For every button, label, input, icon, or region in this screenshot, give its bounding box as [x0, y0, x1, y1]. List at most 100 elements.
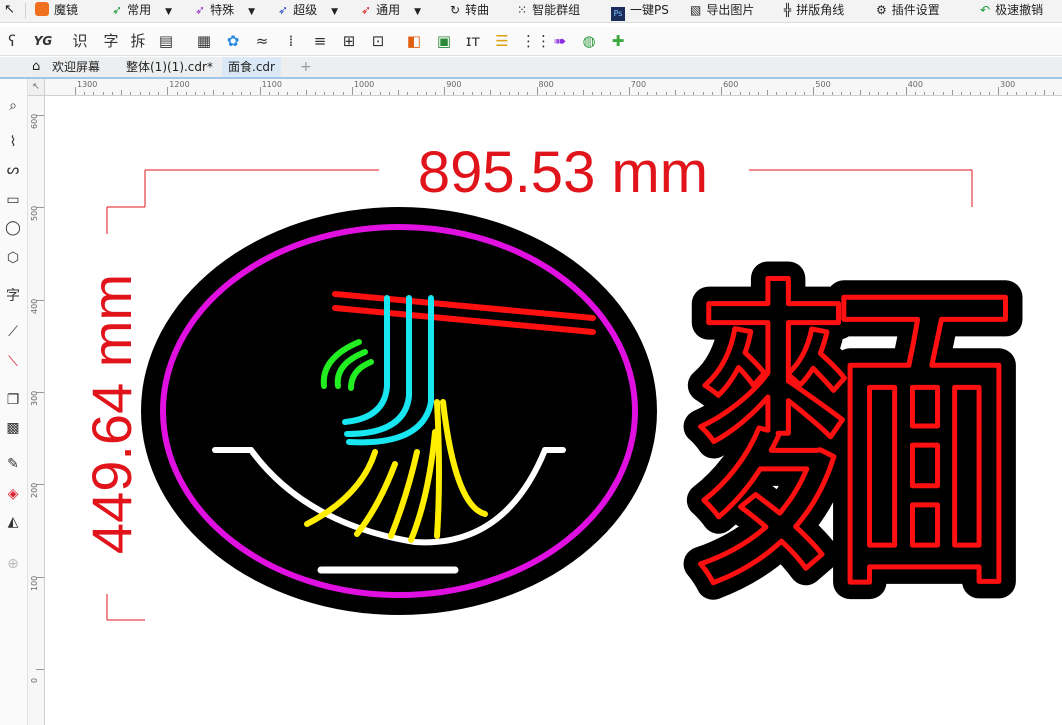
new-tab-icon[interactable]: +	[294, 57, 318, 77]
horizontal-ruler[interactable]: 1300 1200 1100 1000 900 800 700 600 500 400 300	[45, 79, 1062, 96]
ruler-minor-tick	[619, 92, 621, 95]
ruler-minor-tick	[1034, 92, 1036, 95]
ruler-minor-tick	[859, 90, 861, 95]
dimension-tool-icon[interactable]: ⟋	[2, 321, 24, 343]
table-icon[interactable]: ▦	[194, 30, 214, 52]
eyedropper-tool-icon[interactable]: ✎	[2, 453, 24, 475]
menu-item-smart-group[interactable]: ⁙ 智能群组	[517, 0, 580, 20]
ruler-tick	[905, 87, 907, 95]
pen-icon: ➶	[112, 3, 123, 17]
secondary-toolbar: ʕ YG 识 字 拆 ▤ ▦ ✿ ≈ ⁞ ≡ ⊞ ⊡ ◧ ▣ ɪᴛ ☰ ⋮⋮ ➠…	[0, 27, 1062, 56]
yg-button[interactable]: YG	[32, 30, 54, 52]
ruler-minor-tick	[684, 92, 686, 95]
menu-item-crop-marks[interactable]: ╬ 拼版角线	[784, 0, 844, 20]
menu-item-export-image[interactable]: ▧ 导出图片	[690, 0, 754, 20]
globe-icon[interactable]: ◍	[579, 30, 599, 52]
curve-tool-icon[interactable]: ʕ	[2, 30, 22, 52]
chevron-down-icon: ▼	[414, 7, 421, 17]
image-icon: ▧	[690, 3, 702, 17]
ruler-minor-tick	[518, 92, 520, 95]
list-icon[interactable]: ☰	[492, 30, 512, 52]
select-icon[interactable]: ⊡	[368, 30, 388, 52]
menu-item-fast-undo[interactable]: ↶ 极速撤销	[980, 0, 1043, 20]
text-tool-icon[interactable]: 字	[2, 285, 24, 307]
document-tabs: ⌂ 欢迎屏幕 整体(1)(1).cdr* 面食.cdr +	[0, 57, 1062, 79]
noodle-character-sign[interactable]: 麵 麵	[673, 233, 1037, 651]
transparency-tool-icon[interactable]: ▩	[2, 417, 24, 439]
ruler-minor-tick	[914, 92, 916, 95]
ruler-minor-tick	[370, 92, 372, 95]
menu-item-changyong[interactable]: ➶ 常用 ▼	[112, 0, 172, 20]
drawing-canvas[interactable]: 895.53 mm 449.64 mm 麵 麵	[45, 96, 1062, 725]
tab-label: 欢迎屏幕	[52, 60, 101, 74]
connector-tool-icon[interactable]: ⟍	[2, 351, 24, 373]
chai-button[interactable]: 拆	[128, 30, 148, 52]
pen-icon: ➶	[278, 3, 289, 17]
ruler-minor-tick	[702, 92, 704, 95]
arrow-icon[interactable]: ➠	[550, 30, 570, 52]
ruler-label: 800	[538, 80, 554, 89]
grid-dots-icon[interactable]: ⋮⋮	[521, 30, 551, 52]
ruler-origin[interactable]: ↖	[28, 79, 45, 96]
ruler-minor-tick	[453, 92, 455, 95]
distribute-icon[interactable]: ⁞	[281, 30, 301, 52]
menu-item-label: 极速撤销	[995, 3, 1044, 17]
ruler-label: 300	[30, 390, 39, 406]
fill-tool-icon[interactable]: ◈	[2, 483, 24, 505]
lines-icon[interactable]: ≡	[310, 30, 330, 52]
puzzle-icon[interactable]: ✚	[608, 30, 628, 52]
ellipse-tool-icon[interactable]: ◯	[2, 217, 24, 239]
pattern-icon[interactable]: ✿	[223, 30, 243, 52]
ruler-minor-tick	[84, 92, 86, 95]
zi-button[interactable]: 字	[101, 30, 121, 52]
top-menu-bar: ↖ 魔镜 ➶ 常用 ▼ ➶ 特殊 ▼ ➶ 超级 ▼ ➶ 通用 ▼ ↻ 转曲 ⁙ 智能群组 Ps 一键P…	[0, 0, 1062, 23]
clipboard-icon[interactable]: ▤	[156, 30, 176, 52]
zoom-tool-icon[interactable]: ⌕	[2, 95, 24, 117]
menu-item-chaoji[interactable]: ➶ 超级 ▼	[278, 0, 338, 20]
separator	[25, 3, 26, 18]
ruler-minor-tick	[398, 90, 400, 95]
chevron-down-icon: ▼	[165, 7, 172, 17]
ruler-minor-tick	[794, 92, 796, 95]
align-icon[interactable]: ⊞	[339, 30, 359, 52]
cursor-icon[interactable]: ↖	[4, 0, 18, 20]
tab-welcome[interactable]: ⌂ 欢迎屏幕	[28, 57, 106, 77]
menu-item-one-key-ps[interactable]: Ps 一键PS	[611, 0, 669, 21]
add-tool-icon[interactable]: ⊕	[2, 553, 24, 575]
ruler-minor-tick	[1016, 92, 1018, 95]
menu-item-label: 插件设置	[891, 3, 940, 17]
bezier-tool-icon[interactable]: ᔕ	[2, 159, 24, 181]
chevron-down-icon: ▼	[248, 7, 255, 17]
shi-button[interactable]: 识	[70, 30, 90, 52]
picture-icon[interactable]: ▣	[434, 30, 454, 52]
ruler-minor-tick	[462, 92, 464, 95]
freehand-tool-icon[interactable]: ⌇	[2, 131, 24, 153]
ruler-tick	[536, 87, 538, 95]
tab-document-active[interactable]: 面食.cdr	[222, 57, 281, 77]
menu-item-mojing[interactable]: 魔镜	[35, 0, 78, 20]
menu-item-label: 常用	[127, 3, 152, 17]
color-blocks-icon[interactable]: ◧	[404, 30, 424, 52]
polygon-tool-icon[interactable]: ⬡	[2, 247, 24, 269]
shadow-tool-icon[interactable]: ❐	[2, 389, 24, 411]
ruler-minor-tick	[130, 92, 132, 95]
undo-icon: ↶	[980, 3, 991, 17]
menu-item-teshu[interactable]: ➶ 特殊 ▼	[195, 0, 255, 20]
rectangle-tool-icon[interactable]: ▭	[2, 189, 24, 211]
noodle-bowl-sign[interactable]	[141, 207, 657, 615]
tab-document-1[interactable]: 整体(1)(1).cdr*	[120, 57, 219, 77]
wave-icon[interactable]: ≈	[252, 30, 272, 52]
ruler-minor-tick	[231, 92, 233, 95]
ruler-minor-tick	[970, 92, 972, 95]
menu-item-zhuanqu[interactable]: ↻ 转曲	[450, 0, 489, 20]
ruler-label: 300	[1000, 80, 1016, 89]
vertical-ruler[interactable]: 600 500 400 300 200 100 0	[28, 79, 45, 725]
menu-item-tongyong[interactable]: ➶ 通用 ▼	[361, 0, 421, 20]
smart-fill-tool-icon[interactable]: ◭	[2, 511, 24, 533]
ruler-minor-tick	[194, 92, 196, 95]
ruler-minor-tick	[711, 92, 713, 95]
menu-item-plugin-settings[interactable]: ⚙ 插件设置	[876, 0, 940, 20]
text-size-icon[interactable]: ɪᴛ	[463, 30, 483, 52]
home-icon: ⌂	[32, 59, 41, 74]
ruler-minor-tick	[582, 90, 584, 95]
